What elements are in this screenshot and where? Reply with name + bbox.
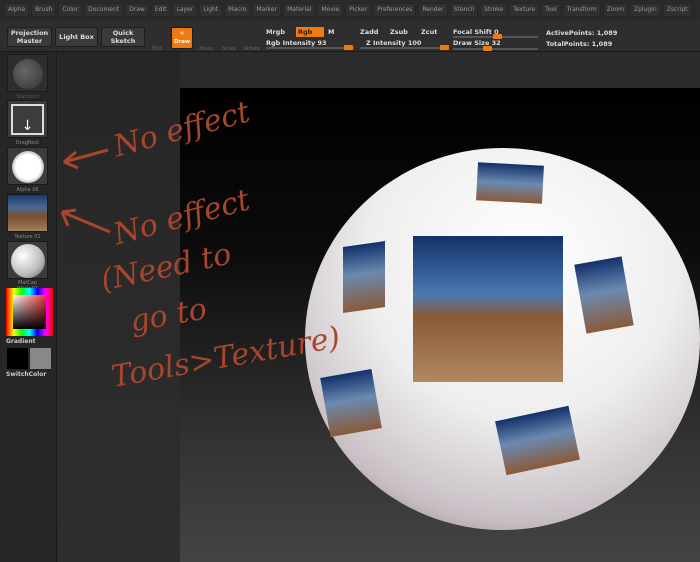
arrow-icon bbox=[60, 208, 111, 234]
arrow-icon bbox=[63, 148, 109, 170]
